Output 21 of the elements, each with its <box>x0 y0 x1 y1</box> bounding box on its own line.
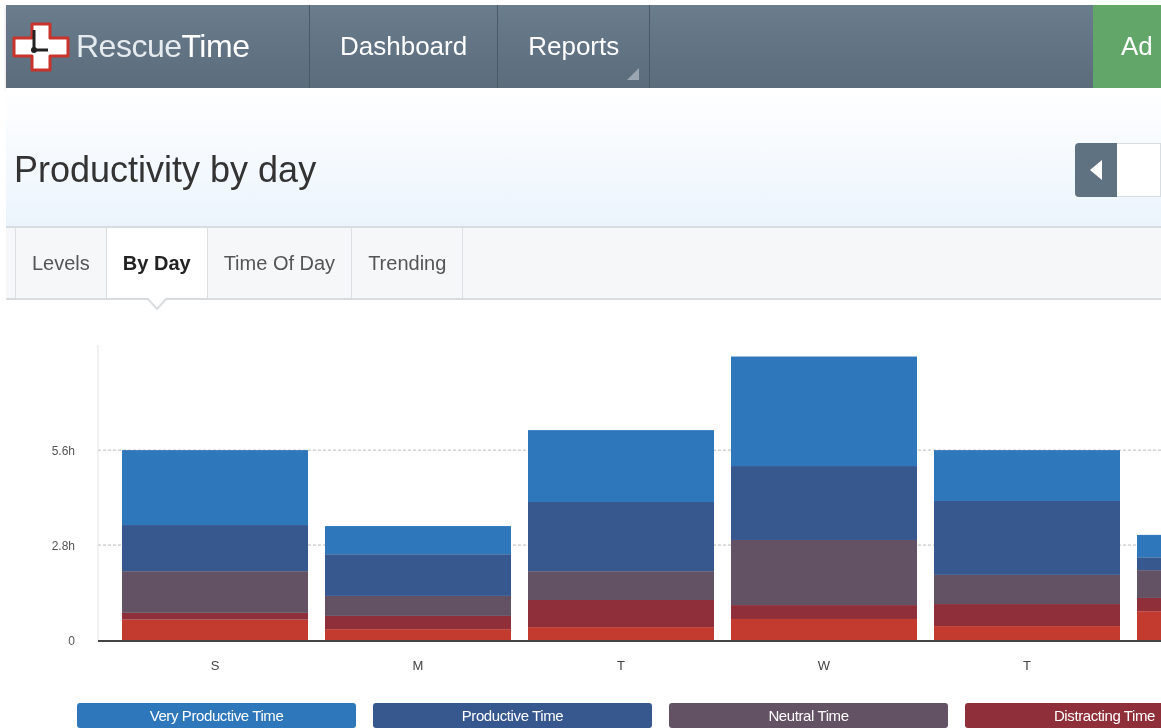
tab[interactable]: Trending <box>352 228 464 298</box>
legend-button[interactable]: Neutral Time <box>669 703 948 728</box>
page-title: Productivity by day <box>14 148 317 191</box>
legend-button[interactable]: Very Productive Time <box>77 703 356 728</box>
axis-label: T <box>617 658 625 673</box>
left-triangle-icon <box>1090 160 1102 180</box>
axis-label: 2.8h <box>51 539 75 554</box>
axis-label: W <box>817 658 831 673</box>
tab[interactable]: Levels <box>15 228 107 298</box>
previous-button[interactable] <box>1075 143 1117 197</box>
logo-text: RescueTime <box>76 28 250 65</box>
legend-button[interactable]: Distracting Time <box>965 703 1161 728</box>
axis-label: 5.6h <box>51 444 75 459</box>
legend-button[interactable]: Productive Time <box>373 703 652 728</box>
axis-label: M <box>412 658 424 673</box>
axis-label: 0 <box>68 634 75 648</box>
axis-label: T <box>1023 658 1031 673</box>
date-field[interactable] <box>1117 143 1161 197</box>
tab[interactable]: Time Of Day <box>207 228 353 298</box>
clock-cross-icon <box>12 21 70 72</box>
axis-label: S <box>210 658 220 673</box>
